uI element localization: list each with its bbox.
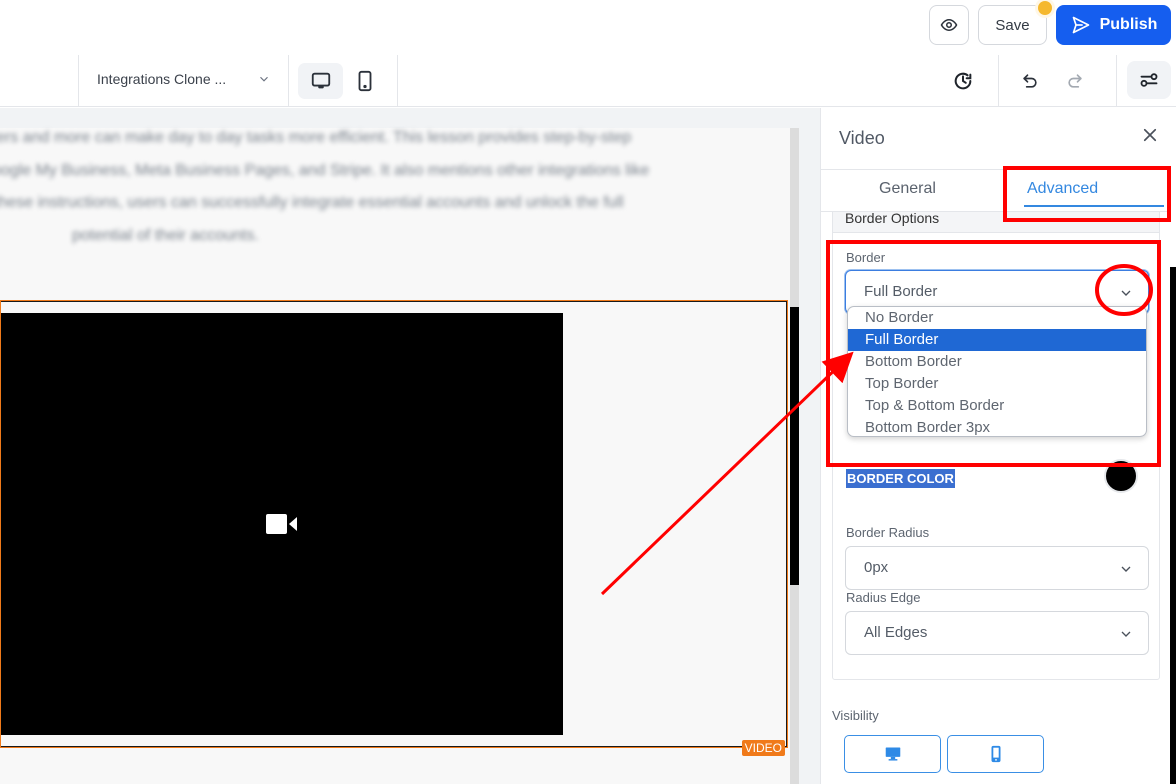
chevron-down-icon xyxy=(1121,631,1131,637)
text-line: ers and more can make day to day tasks m… xyxy=(0,129,632,146)
editor-toolbar: Integrations Clone ... xyxy=(0,55,1176,107)
section-title: Border Options xyxy=(845,212,940,226)
divider xyxy=(998,55,999,107)
eye-icon xyxy=(940,18,958,32)
save-label: Save xyxy=(995,16,1030,34)
chevron-down-icon[interactable] xyxy=(257,72,271,86)
tab-general[interactable]: General xyxy=(879,180,936,198)
radius-edge-select[interactable]: All Edges xyxy=(845,611,1149,655)
panel-scrollbar[interactable] xyxy=(1170,267,1176,784)
border-radius-label: Border Radius xyxy=(846,525,930,540)
tab-advanced[interactable]: Advanced xyxy=(1027,180,1098,198)
border-option[interactable]: Top & Bottom Border xyxy=(848,395,1146,417)
divider xyxy=(288,55,289,107)
editor-canvas: ers and more can make day to day tasks m… xyxy=(0,108,820,784)
text-line: these instructions, users can successful… xyxy=(0,194,624,211)
history-button[interactable] xyxy=(947,65,979,97)
unsaved-indicator xyxy=(1038,1,1052,15)
border-option[interactable]: Bottom Border 3px xyxy=(848,417,1146,436)
video-camera-icon xyxy=(266,514,297,534)
top-header: Save Publish xyxy=(0,0,1176,50)
visibility-desktop-toggle[interactable] xyxy=(844,735,941,773)
border-select-value: Full Border xyxy=(864,283,938,300)
border-color-swatch[interactable] xyxy=(1104,459,1138,493)
border-option[interactable]: Top Border xyxy=(848,373,1146,395)
divider xyxy=(78,55,79,107)
canvas-scrollbar[interactable] xyxy=(790,128,799,784)
undo-button[interactable] xyxy=(1014,65,1046,97)
border-option[interactable]: Bottom Border xyxy=(848,351,1146,373)
canvas-page: ers and more can make day to day tasks m… xyxy=(0,128,790,784)
history-icon xyxy=(954,72,972,90)
desktop-icon xyxy=(885,747,900,761)
text-line: oogle My Business, Meta Business Pages, … xyxy=(0,162,650,179)
divider xyxy=(397,55,398,107)
redo-button[interactable] xyxy=(1059,65,1091,97)
chevron-down-icon xyxy=(1121,290,1131,296)
device-mobile-button[interactable] xyxy=(350,63,380,99)
border-dropdown-menu: No Border Full Border Bottom Border Top Bor… xyxy=(847,306,1147,437)
publish-button[interactable]: Publish xyxy=(1056,5,1171,45)
publish-label: Publish xyxy=(1099,16,1158,33)
visibility-mobile-toggle[interactable] xyxy=(947,735,1044,773)
border-label: Border xyxy=(846,250,886,265)
border-option[interactable]: Full Border xyxy=(848,329,1146,351)
video-element[interactable]: VIDEO xyxy=(0,300,788,756)
text-line: potential of their accounts. xyxy=(72,227,259,244)
redo-icon xyxy=(1068,74,1082,88)
border-radius-value: 0px xyxy=(864,559,889,576)
chevron-down-icon xyxy=(1121,566,1131,572)
radius-edge-label: Radius Edge xyxy=(846,590,921,605)
properties-panel: Video General Advanced Border Options Bo… xyxy=(820,108,1176,784)
preview-button[interactable] xyxy=(929,5,969,45)
divider xyxy=(1116,55,1117,107)
send-icon xyxy=(1072,16,1089,34)
mobile-icon xyxy=(991,745,1000,763)
device-desktop-button[interactable] xyxy=(298,63,343,99)
page-selector[interactable]: Integrations Clone ... xyxy=(97,71,226,87)
border-option[interactable]: No Border xyxy=(848,307,1146,329)
panel-title: Video xyxy=(839,128,885,148)
radius-edge-value: All Edges xyxy=(864,624,928,641)
active-tab-indicator xyxy=(1024,205,1164,207)
section-header[interactable]: Border Options xyxy=(833,212,1159,233)
sliders-icon xyxy=(1140,73,1158,87)
mobile-icon xyxy=(358,70,372,92)
desktop-icon xyxy=(311,72,330,89)
video-player[interactable] xyxy=(1,313,563,735)
save-button[interactable]: Save xyxy=(978,5,1047,45)
panel-tabs: General Advanced xyxy=(821,169,1170,212)
undo-icon xyxy=(1023,74,1037,88)
canvas-scrollbar-thumb[interactable] xyxy=(790,307,799,585)
border-options-section: Border Options Border Full Border No Bor… xyxy=(832,212,1160,680)
close-icon[interactable] xyxy=(1141,126,1159,144)
app-root: Save Publish Integrations Clone ... ers … xyxy=(0,0,1176,784)
panel-body: Border Options Border Full Border No Bor… xyxy=(821,212,1170,784)
visibility-label: Visibility xyxy=(832,708,879,723)
border-radius-select[interactable]: 0px xyxy=(845,546,1149,590)
element-type-badge: VIDEO xyxy=(741,740,785,756)
settings-button[interactable] xyxy=(1127,61,1171,99)
border-color-label: BORDER COLOR xyxy=(846,469,955,488)
